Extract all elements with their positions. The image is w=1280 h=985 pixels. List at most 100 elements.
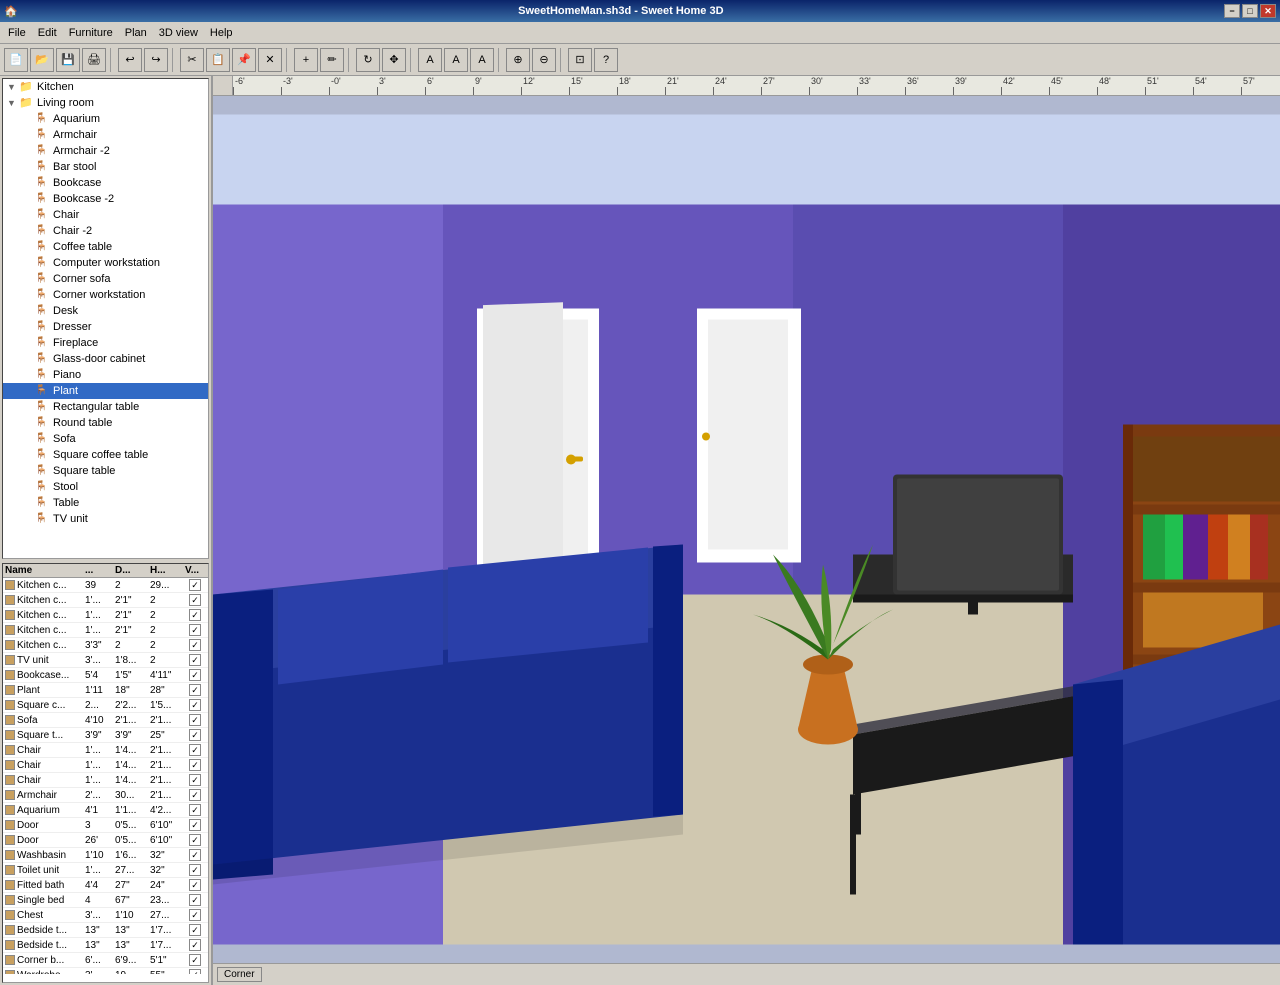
props-row[interactable]: Chair1'...1'4...2'1...✓: [3, 758, 208, 773]
visibility-checkbox[interactable]: ✓: [189, 594, 201, 606]
props-row[interactable]: Chair1'...1'4...2'1...✓: [3, 743, 208, 758]
open-button[interactable]: 📂: [30, 48, 54, 72]
tree-item-corner-sofa[interactable]: 🪑Corner sofa: [3, 271, 208, 287]
tree-item-chair[interactable]: 🪑Chair: [3, 207, 208, 223]
props-row[interactable]: Kitchen c...1'...2'1"2✓: [3, 608, 208, 623]
visibility-checkbox[interactable]: ✓: [189, 639, 201, 651]
props-row[interactable]: Armchair2'...30...2'1...✓: [3, 788, 208, 803]
props-row[interactable]: Fitted bath4'427"24"✓: [3, 878, 208, 893]
tree-item-bookcase[interactable]: 🪑Bookcase: [3, 175, 208, 191]
visibility-checkbox[interactable]: ✓: [189, 654, 201, 666]
tree-item-rectangular-table[interactable]: 🪑Rectangular table: [3, 399, 208, 415]
visibility-checkbox[interactable]: ✓: [189, 759, 201, 771]
visibility-checkbox[interactable]: ✓: [189, 744, 201, 756]
props-row[interactable]: Kitchen c...1'...2'1"2✓: [3, 593, 208, 608]
del-button[interactable]: ✕: [258, 48, 282, 72]
visibility-checkbox[interactable]: ✓: [189, 954, 201, 966]
menu-item-3d-view[interactable]: 3D view: [153, 25, 204, 41]
props-row[interactable]: Door26'0'5...6'10"✓: [3, 833, 208, 848]
props-row[interactable]: Single bed467"23...✓: [3, 893, 208, 908]
visibility-checkbox[interactable]: ✓: [189, 669, 201, 681]
visibility-checkbox[interactable]: ✓: [189, 924, 201, 936]
props-row[interactable]: Bedside t...13"13"1'7...✓: [3, 938, 208, 953]
visibility-checkbox[interactable]: ✓: [189, 894, 201, 906]
props-row[interactable]: Washbasin1'101'6...32"✓: [3, 848, 208, 863]
tree-item-computer-workstation[interactable]: 🪑Computer workstation: [3, 255, 208, 271]
ab-button[interactable]: A: [444, 48, 468, 72]
corner-button[interactable]: Corner: [217, 967, 262, 982]
visibility-checkbox[interactable]: ✓: [189, 699, 201, 711]
redo-button[interactable]: ↪: [144, 48, 168, 72]
tree-item-fireplace[interactable]: 🪑Fireplace: [3, 335, 208, 351]
props-row[interactable]: Square t...3'9"3'9"25"✓: [3, 728, 208, 743]
visibility-checkbox[interactable]: ✓: [189, 714, 201, 726]
props-row[interactable]: Chair1'...1'4...2'1...✓: [3, 773, 208, 788]
visibility-checkbox[interactable]: ✓: [189, 879, 201, 891]
aa-button[interactable]: A: [418, 48, 442, 72]
tree-item-glass-door-cabinet[interactable]: 🪑Glass-door cabinet: [3, 351, 208, 367]
props-row[interactable]: Aquarium4'11'1...4'2...✓: [3, 803, 208, 818]
tree-item-corner-workstation[interactable]: 🪑Corner workstation: [3, 287, 208, 303]
tree-item-round-table[interactable]: 🪑Round table: [3, 415, 208, 431]
tree-item-desk[interactable]: 🪑Desk: [3, 303, 208, 319]
props-row[interactable]: Sofa4'102'1...2'1...✓: [3, 713, 208, 728]
visibility-checkbox[interactable]: ✓: [189, 909, 201, 921]
tree-item-square-table[interactable]: 🪑Square table: [3, 463, 208, 479]
zoom-out-button[interactable]: ⊖: [532, 48, 556, 72]
visibility-checkbox[interactable]: ✓: [189, 969, 201, 974]
menu-item-file[interactable]: File: [2, 25, 32, 41]
ac-button[interactable]: A: [470, 48, 494, 72]
tree-item-dresser[interactable]: 🪑Dresser: [3, 319, 208, 335]
maximize-button[interactable]: □: [1242, 4, 1258, 18]
tree-item-sofa[interactable]: 🪑Sofa: [3, 431, 208, 447]
props-row[interactable]: Square c...2...2'2...1'5...✓: [3, 698, 208, 713]
tree-item-plant[interactable]: 🪑Plant: [3, 383, 208, 399]
props-row[interactable]: Chest3'...1'1027...✓: [3, 908, 208, 923]
print-button[interactable]: 🖨: [82, 48, 106, 72]
modify-furn-button[interactable]: ✏: [320, 48, 344, 72]
3d-view[interactable]: [213, 96, 1280, 963]
tree-item-armchair[interactable]: 🪑Armchair: [3, 127, 208, 143]
close-button[interactable]: ✕: [1260, 4, 1276, 18]
undo-button[interactable]: ↩: [118, 48, 142, 72]
tree-item-bookcase-2[interactable]: 🪑Bookcase -2: [3, 191, 208, 207]
tree-item-armchair-2[interactable]: 🪑Armchair -2: [3, 143, 208, 159]
tree-item-table[interactable]: 🪑Table: [3, 495, 208, 511]
tree-item-coffee-table[interactable]: 🪑Coffee table: [3, 239, 208, 255]
visibility-checkbox[interactable]: ✓: [189, 579, 201, 591]
paste-button[interactable]: 📌: [232, 48, 256, 72]
minimize-button[interactable]: −: [1224, 4, 1240, 18]
snap-button[interactable]: ⊡: [568, 48, 592, 72]
props-row[interactable]: Toilet unit1'...27...32"✓: [3, 863, 208, 878]
props-row[interactable]: Door30'5...6'10"✓: [3, 818, 208, 833]
help-button[interactable]: ?: [594, 48, 618, 72]
tree-item-living-room[interactable]: ▼📁Living room: [3, 95, 208, 111]
tree-item-stool[interactable]: 🪑Stool: [3, 479, 208, 495]
props-row[interactable]: Bedside t...13"13"1'7...✓: [3, 923, 208, 938]
menu-item-furniture[interactable]: Furniture: [63, 25, 119, 41]
props-row[interactable]: Wardrobe3'...19...55"✓: [3, 968, 208, 974]
tree-item-kitchen[interactable]: ▼📁Kitchen: [3, 79, 208, 95]
tree-item-aquarium[interactable]: 🪑Aquarium: [3, 111, 208, 127]
move-button[interactable]: ✥: [382, 48, 406, 72]
visibility-checkbox[interactable]: ✓: [189, 789, 201, 801]
visibility-checkbox[interactable]: ✓: [189, 849, 201, 861]
tree-item-tv-unit[interactable]: 🪑TV unit: [3, 511, 208, 527]
tree-view[interactable]: ▼📁Kitchen▼📁Living room🪑Aquarium🪑Armchair…: [2, 78, 209, 559]
props-row[interactable]: Plant1'1118"28"✓: [3, 683, 208, 698]
menu-item-plan[interactable]: Plan: [119, 25, 153, 41]
visibility-checkbox[interactable]: ✓: [189, 804, 201, 816]
visibility-checkbox[interactable]: ✓: [189, 819, 201, 831]
props-body[interactable]: Kitchen c...39229...✓Kitchen c...1'...2'…: [3, 578, 208, 974]
visibility-checkbox[interactable]: ✓: [189, 774, 201, 786]
visibility-checkbox[interactable]: ✓: [189, 939, 201, 951]
props-row[interactable]: Kitchen c...1'...2'1"2✓: [3, 623, 208, 638]
save-button[interactable]: 💾: [56, 48, 80, 72]
zoom-in-button[interactable]: ⊕: [506, 48, 530, 72]
props-row[interactable]: Kitchen c...39229...✓: [3, 578, 208, 593]
menu-item-edit[interactable]: Edit: [32, 25, 63, 41]
props-row[interactable]: TV unit3'...1'8...2✓: [3, 653, 208, 668]
tree-item-piano[interactable]: 🪑Piano: [3, 367, 208, 383]
copy-button[interactable]: 📋: [206, 48, 230, 72]
visibility-checkbox[interactable]: ✓: [189, 684, 201, 696]
